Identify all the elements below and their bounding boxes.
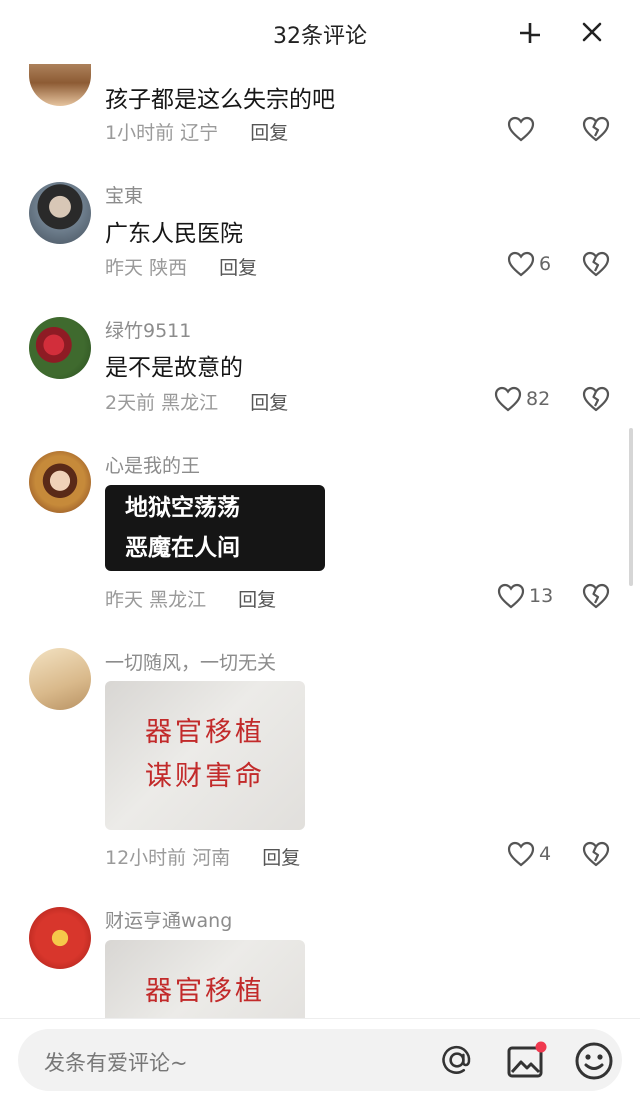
comment-meta: 昨天 黑龙江 回复 bbox=[105, 585, 276, 612]
like-count: 4 bbox=[539, 843, 552, 865]
dislike-heart-icon[interactable] bbox=[582, 841, 610, 867]
comment-time: 昨天 bbox=[105, 257, 144, 279]
comment-time: 2天前 bbox=[105, 392, 156, 414]
heart-icon bbox=[507, 251, 535, 277]
comment-input-bar: 发条有爱评论~ bbox=[0, 1018, 640, 1103]
image-text-line: 谋财害命 bbox=[145, 761, 265, 792]
heart-icon bbox=[497, 583, 525, 609]
comment-location: 河南 bbox=[192, 847, 231, 869]
emoji-icon[interactable] bbox=[574, 1041, 614, 1081]
like-count: 6 bbox=[539, 253, 552, 275]
comment-image[interactable]: 器官移植 谋财害命 bbox=[105, 681, 305, 830]
heart-icon bbox=[507, 841, 535, 867]
input-placeholder: 发条有爱评论~ bbox=[44, 1051, 188, 1075]
collapse-icon[interactable] bbox=[516, 19, 544, 47]
page-title: 32条评论 bbox=[273, 24, 367, 49]
dislike-heart-icon[interactable] bbox=[582, 251, 610, 277]
avatar[interactable] bbox=[29, 317, 91, 379]
notification-dot bbox=[535, 1041, 547, 1053]
comment-image[interactable]: 地狱空荡荡 恶魔在人间 bbox=[105, 485, 325, 571]
avatar[interactable] bbox=[29, 182, 91, 244]
like-button[interactable] bbox=[507, 116, 535, 142]
comment-text: 孩子都是这么失宗的吧 bbox=[105, 87, 335, 113]
heart-icon bbox=[507, 116, 535, 142]
at-icon[interactable] bbox=[437, 1043, 477, 1077]
comment-meta: 2天前 黑龙江 回复 bbox=[105, 388, 288, 415]
like-button[interactable]: 82 bbox=[494, 386, 550, 412]
image-text-line: 地狱空荡荡 bbox=[125, 495, 240, 521]
image-text-line: 器官移植 bbox=[145, 717, 265, 748]
comment-location: 辽宁 bbox=[180, 122, 219, 144]
image-text-line: 器官移植 bbox=[145, 976, 265, 1007]
reply-button[interactable]: 回复 bbox=[262, 847, 300, 869]
dislike-heart-icon[interactable] bbox=[582, 116, 610, 142]
image-text-line: 恶魔在人间 bbox=[125, 535, 240, 561]
comment-text: 是不是故意的 bbox=[105, 355, 243, 381]
comment-username[interactable]: 宝東 bbox=[105, 181, 143, 208]
comment-username[interactable]: 心是我的王 bbox=[105, 451, 200, 478]
comment-time: 12小时前 bbox=[105, 847, 187, 869]
reply-button[interactable]: 回复 bbox=[238, 589, 276, 611]
comment-time: 1小时前 bbox=[105, 122, 175, 144]
comment-username[interactable]: 绿竹9511 bbox=[105, 316, 191, 343]
comment-image[interactable]: 器官移植 bbox=[105, 940, 305, 1018]
comment-text: 广东人民医院 bbox=[105, 221, 243, 247]
like-button[interactable]: 6 bbox=[507, 251, 551, 277]
comments-header: 32条评论 bbox=[0, 0, 640, 64]
like-button[interactable]: 4 bbox=[507, 841, 551, 867]
comment-username[interactable]: 一切随风，一切无关 bbox=[105, 648, 276, 675]
dislike-heart-icon[interactable] bbox=[582, 583, 610, 609]
comment-location: 黑龙江 bbox=[161, 392, 219, 414]
reply-button[interactable]: 回复 bbox=[250, 392, 288, 414]
like-count: 13 bbox=[529, 585, 554, 607]
comment-list[interactable]: 孩子都是这么失宗的吧 1小时前 辽宁 回复 宝東 广东人民医院 昨天 陕西 回复… bbox=[0, 0, 640, 1018]
comment-meta: 12小时前 河南 回复 bbox=[105, 843, 300, 870]
avatar[interactable] bbox=[29, 451, 91, 513]
comment-location: 黑龙江 bbox=[149, 589, 207, 611]
comment-location: 陕西 bbox=[149, 257, 188, 279]
scrollbar[interactable] bbox=[629, 428, 633, 586]
comment-input[interactable]: 发条有爱评论~ bbox=[18, 1029, 622, 1091]
like-count: 82 bbox=[526, 388, 551, 410]
comment-username[interactable]: 财运亨通wang bbox=[105, 906, 232, 933]
avatar[interactable] bbox=[29, 907, 91, 969]
comment-meta: 昨天 陕西 回复 bbox=[105, 253, 257, 280]
image-icon[interactable] bbox=[506, 1041, 548, 1081]
close-icon[interactable] bbox=[580, 20, 604, 44]
comment-meta: 1小时前 辽宁 回复 bbox=[105, 118, 288, 145]
like-button[interactable]: 13 bbox=[497, 583, 553, 609]
reply-button[interactable]: 回复 bbox=[250, 122, 288, 144]
comment-time: 昨天 bbox=[105, 589, 144, 611]
avatar[interactable] bbox=[29, 648, 91, 710]
reply-button[interactable]: 回复 bbox=[219, 257, 257, 279]
heart-icon bbox=[494, 386, 522, 412]
dislike-heart-icon[interactable] bbox=[582, 386, 610, 412]
